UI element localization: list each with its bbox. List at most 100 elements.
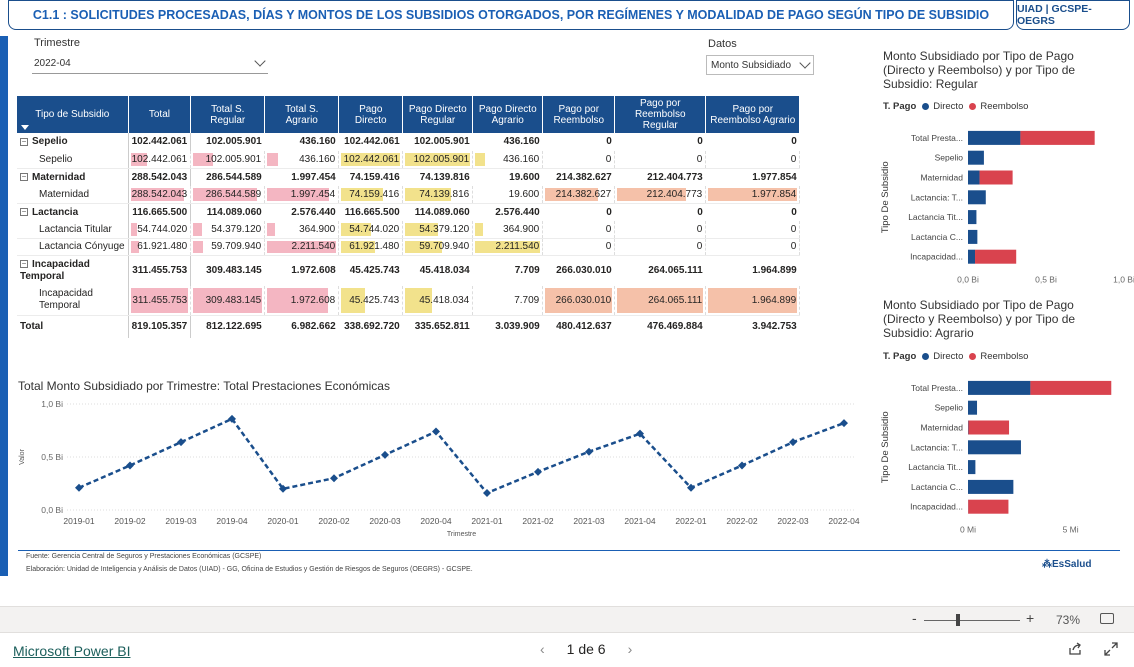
legend-directo-label[interactable]: Directo — [933, 101, 963, 112]
bar-directo[interactable] — [968, 400, 978, 415]
col-header-pago-reembolso[interactable]: Pago por Reembolso — [542, 96, 616, 133]
data-point[interactable] — [840, 419, 848, 428]
matrix-detail-row[interactable]: Incapacidad Temporal 311.455.753 309.483.1… — [17, 285, 801, 316]
line-chart: 0,0 Bi 0,5 Bi 1,0 Bi Valor 2019-01 2019-02 201… — [19, 399, 860, 538]
matrix-cell: 1.997.454 — [265, 168, 339, 186]
page-navigator: ‹ 1 de 6 › — [540, 641, 632, 657]
next-page-button[interactable]: › — [628, 641, 633, 657]
col-header-pago-directo[interactable]: Pago Directo — [338, 96, 404, 133]
cell-value: 0 — [697, 136, 703, 148]
matrix-group-row[interactable]: − Sepelio 102.442.061 102.005.901 436.160 102… — [17, 133, 800, 151]
bar-reembolso[interactable] — [1020, 130, 1095, 145]
x-tick-label: 2021-01 — [471, 516, 502, 526]
data-point[interactable] — [738, 461, 746, 470]
col-header-pago-reembolso-regular[interactable]: Pago por Reembolso Regular — [614, 96, 707, 133]
collapse-icon[interactable]: − — [20, 260, 28, 269]
matrix-detail-row[interactable]: Maternidad 288.542.043 286.544.589 1.997.45… — [17, 185, 801, 204]
data-point[interactable] — [585, 447, 593, 456]
matrix-detail-row[interactable]: Lactancia Titular 54.744.020 54.379.120 364… — [17, 220, 801, 239]
legend-directo-label[interactable]: Directo — [933, 351, 963, 362]
x-tick-label: 2019-03 — [165, 516, 196, 526]
matrix-cell: 212.404.773 — [615, 168, 706, 186]
fullscreen-icon[interactable] — [1104, 642, 1118, 656]
bar-reembolso[interactable] — [979, 170, 1013, 185]
bar-directo[interactable] — [968, 130, 1021, 145]
data-point[interactable] — [75, 483, 83, 492]
bar-reembolso[interactable] — [1030, 380, 1112, 395]
data-point[interactable] — [432, 427, 440, 436]
regular-bar-legend: T. Pago Directo Reembolso — [883, 101, 1028, 112]
cell-value: 59.709.940 — [419, 241, 470, 253]
data-point[interactable] — [789, 438, 797, 447]
matrix-cell: 61.921.480 — [338, 238, 404, 256]
matrix-cell: 0 — [542, 150, 616, 169]
data-point[interactable] — [534, 467, 542, 476]
cell-value: 212.404.773 — [647, 171, 703, 183]
bar-directo[interactable] — [968, 479, 1014, 494]
total-cell: 6.982.662 — [264, 315, 339, 338]
cell-value: 436.160 — [299, 153, 336, 165]
bar-reembolso[interactable] — [968, 420, 1010, 435]
cell-value: 102.442.061 — [131, 136, 188, 148]
cell-value: 288.542.043 — [131, 188, 188, 200]
fit-to-page-icon[interactable] — [1100, 613, 1114, 624]
matrix-group-row[interactable]: − Maternidad 288.542.043 286.544.589 1.997.4… — [17, 168, 800, 186]
legend-reembolso-label[interactable]: Reembolso — [980, 101, 1028, 112]
bar-directo[interactable] — [968, 440, 1021, 455]
data-point[interactable] — [687, 483, 695, 492]
datos-slicer-label: Datos — [708, 38, 737, 50]
power-bi-link[interactable]: Microsoft Power BI — [13, 643, 130, 659]
share-icon[interactable] — [1068, 642, 1082, 656]
zoom-slider-thumb[interactable] — [956, 614, 960, 626]
legend-reembolso-label[interactable]: Reembolso — [980, 351, 1028, 362]
prev-page-button[interactable]: ‹ — [540, 641, 545, 657]
bar-directo[interactable] — [968, 460, 976, 475]
data-point[interactable] — [126, 461, 134, 470]
bar-directo[interactable] — [968, 190, 986, 205]
data-point[interactable] — [177, 438, 185, 447]
col-header-pago-directo-regular[interactable]: Pago Directo Regular — [402, 96, 474, 133]
datos-dropdown[interactable]: Monto Subsidiado — [706, 55, 814, 75]
cell-value: 0 — [606, 136, 612, 148]
col-header-total-agrario[interactable]: Total S. Agrario — [264, 96, 340, 133]
bar-directo[interactable] — [968, 249, 976, 264]
matrix-detail-row[interactable]: Sepelio 102.442.061 102.005.901 436.160 102.… — [17, 150, 801, 169]
col-header-pago-reembolso-agrario[interactable]: Pago por Reembolso Agrario — [705, 96, 801, 133]
cell-value: 61.921.480 — [349, 241, 400, 253]
matrix-cell: 214.382.627 — [543, 168, 615, 186]
matrix-body: − Sepelio 102.442.061 102.005.901 436.160 102… — [17, 133, 801, 338]
matrix-detail-row[interactable]: Lactancia Cónyuge 61.921.480 59.709.940 2.2… — [17, 238, 801, 256]
row-label-text: Sepelio — [39, 153, 73, 165]
matrix-cell: 0 — [614, 220, 707, 239]
bar-directo[interactable] — [968, 229, 978, 244]
collapse-icon[interactable]: − — [20, 207, 28, 216]
bar-directo[interactable] — [968, 210, 977, 225]
total-cell: 812.122.695 — [190, 315, 265, 338]
col-header-total-regular[interactable]: Total S. Regular — [190, 96, 266, 133]
trimestre-dropdown[interactable]: 2022-04 — [32, 54, 268, 74]
bar-reembolso[interactable] — [975, 249, 1017, 264]
matrix-group-row[interactable]: − Lactancia 116.665.500 114.089.060 2.576.44… — [17, 203, 800, 221]
collapse-icon[interactable]: − — [20, 137, 28, 146]
bar-directo[interactable] — [968, 380, 1031, 395]
matrix-cell: 2.576.440 — [265, 203, 339, 221]
collapse-icon[interactable]: − — [20, 172, 28, 181]
zoom-in-button[interactable]: + — [1026, 610, 1034, 626]
x-tick-label: 2019-04 — [216, 516, 247, 526]
data-point[interactable] — [381, 450, 389, 459]
cell-value: 114.089.060 — [206, 206, 262, 218]
zoom-slider-track[interactable] — [924, 620, 1020, 621]
x-tick-label: 2022-02 — [726, 516, 757, 526]
bar-directo[interactable] — [968, 150, 984, 165]
bar-directo[interactable] — [968, 170, 980, 185]
data-point[interactable] — [483, 489, 491, 498]
zoom-out-button[interactable]: - — [912, 610, 917, 626]
col-header-pago-directo-agrario[interactable]: Pago Directo Agrario — [472, 96, 544, 133]
data-point[interactable] — [330, 474, 338, 483]
col-header-total[interactable]: Total — [128, 96, 192, 133]
col-header-tipo[interactable]: Tipo de Subsidio — [17, 96, 129, 133]
cell-value: 1.997.454 — [291, 171, 336, 183]
matrix-group-row[interactable]: − Incapacidad Temporal 311.455.753 309.483.… — [17, 255, 800, 286]
bar-reembolso[interactable] — [968, 499, 1009, 514]
matrix-cell: 264.065.111 — [614, 285, 707, 316]
